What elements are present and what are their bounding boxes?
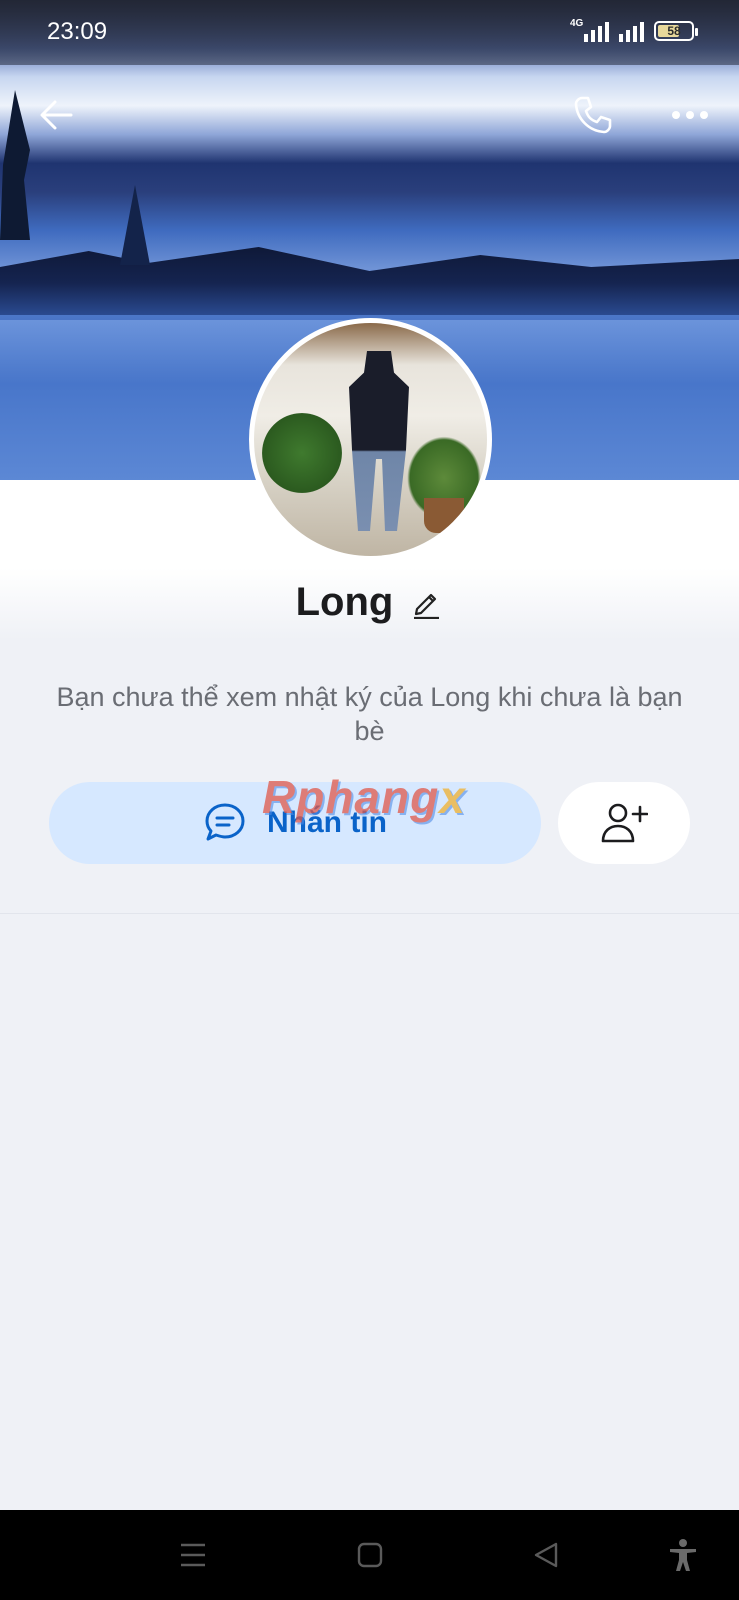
arrow-left-icon xyxy=(40,100,73,130)
status-icons: 4G 58 xyxy=(570,18,698,42)
system-nav-bar xyxy=(0,1510,739,1600)
avatar[interactable] xyxy=(249,318,492,561)
signal-4g-icon: 4G xyxy=(570,18,609,42)
status-time: 23:09 xyxy=(47,18,108,45)
accessibility-button[interactable] xyxy=(658,1530,708,1580)
edit-name-button[interactable] xyxy=(409,586,443,620)
pencil-icon xyxy=(414,593,440,619)
profile-name: Long xyxy=(295,580,394,624)
cover-hills xyxy=(0,247,739,315)
accessibility-icon xyxy=(670,1539,696,1571)
back-triangle-icon xyxy=(534,1542,558,1568)
recents-button[interactable] xyxy=(168,1530,218,1580)
back-nav-button[interactable] xyxy=(521,1530,571,1580)
menu-icon xyxy=(181,1543,205,1567)
message-button[interactable]: Nhắn tin xyxy=(49,782,541,864)
more-horizontal-icon xyxy=(672,111,708,119)
message-label: Nhắn tin xyxy=(267,806,387,839)
home-button[interactable] xyxy=(345,1530,395,1580)
signal-icon xyxy=(619,20,644,42)
name-row: Long xyxy=(0,580,739,625)
home-square-icon xyxy=(357,1542,383,1568)
network-tag: 4G xyxy=(570,18,584,29)
status-bar: 23:09 4G 58 xyxy=(0,0,739,65)
battery-icon: 58 xyxy=(654,21,698,41)
cover-tree xyxy=(120,185,150,265)
add-user-icon xyxy=(601,803,648,843)
phone-icon xyxy=(574,96,612,134)
chat-bubble-icon xyxy=(205,803,245,841)
call-button[interactable] xyxy=(568,90,618,140)
friendship-notice: Bạn chưa thể xem nhật ký của Long khi ch… xyxy=(56,682,683,746)
battery-level: 58 xyxy=(667,24,681,38)
more-button[interactable] xyxy=(665,90,715,140)
section-divider xyxy=(0,913,739,914)
add-friend-button[interactable] xyxy=(558,782,690,864)
back-button[interactable] xyxy=(32,90,82,140)
cover-tree xyxy=(0,90,30,240)
